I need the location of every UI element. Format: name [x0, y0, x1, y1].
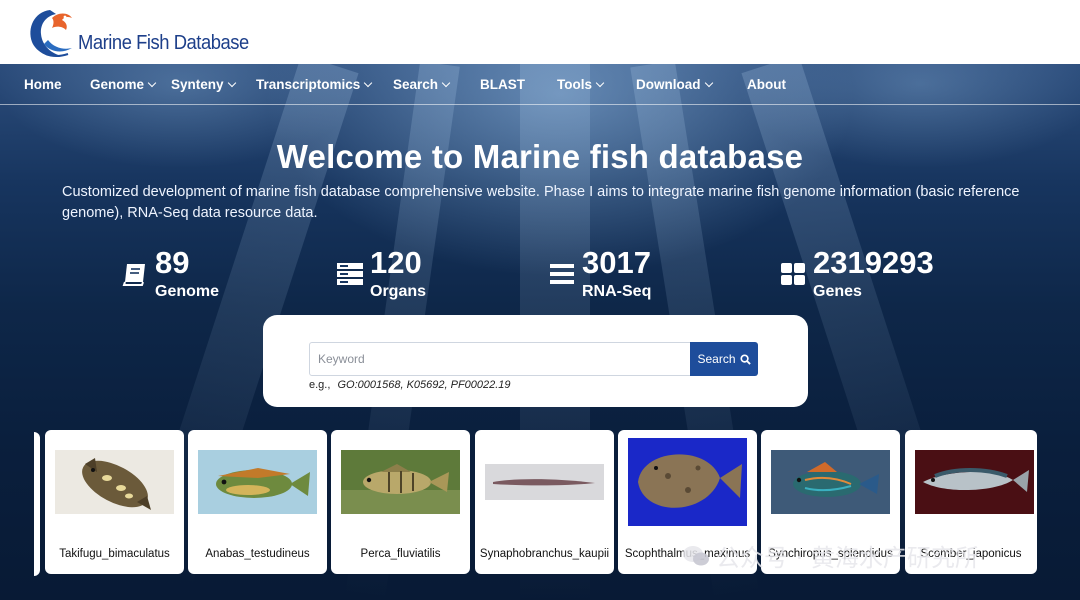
watermark-text: 公众号 · 黄海水产研究所: [716, 544, 979, 572]
nav-blast[interactable]: BLAST: [480, 64, 525, 105]
list-icon: [550, 264, 574, 284]
search-panel: Search e.g., GO:0001568, K05692, PF00022…: [263, 315, 808, 407]
nav-tools-label: Tools: [557, 77, 592, 92]
examples-prefix: e.g.,: [309, 379, 331, 391]
species-name: Synaphobranchus_kaupii: [479, 548, 610, 560]
stat-genes-value: 2319293: [813, 245, 934, 280]
stat-rnaseq-value: 3017: [582, 245, 651, 280]
species-image: [198, 450, 317, 514]
top-header: Marine Fish Database: [0, 0, 1080, 64]
logo-text: Marine Fish Database: [78, 31, 249, 54]
search-icon: [739, 353, 751, 365]
nav-search[interactable]: Search: [393, 64, 451, 105]
nav-search-label: Search: [393, 77, 439, 92]
nav-synteny-label: Synteny: [171, 77, 224, 92]
species-name: Anabas_testudineus: [205, 548, 310, 560]
species-image: [485, 450, 604, 514]
grid-icon: [781, 263, 805, 285]
search-input[interactable]: [309, 342, 691, 376]
search-button-label: Search: [697, 352, 736, 366]
hero-description: Customized development of marine fish da…: [62, 184, 1020, 221]
nav-download-label: Download: [636, 77, 701, 92]
stat-genes-label: Genes: [813, 283, 862, 300]
stat-organs-value: 120: [370, 245, 422, 280]
species-card[interactable]: Synaphobranchus_kaupii: [475, 430, 614, 574]
nav-about[interactable]: About: [747, 64, 786, 105]
server-icon: [337, 263, 363, 285]
chevron-down-icon: [441, 78, 451, 88]
nav-genome[interactable]: Genome: [90, 64, 157, 105]
main-navbar: Home Genome Synteny Transcriptomics Sear…: [0, 64, 1080, 105]
chevron-down-icon: [227, 78, 236, 88]
nav-blast-label: BLAST: [480, 77, 525, 92]
stat-organs-label: Organs: [370, 283, 427, 300]
wechat-watermark: 公众号 · 黄海水产研究所: [682, 538, 979, 573]
chevron-down-icon: [704, 78, 713, 88]
book-icon: [122, 264, 145, 286]
species-name: Perca_fluviatilis: [360, 548, 441, 560]
search-examples: e.g., GO:0001568, K05692, PF00022.19: [309, 379, 511, 391]
wechat-icon: [683, 545, 709, 565]
carousel-prev-card-edge[interactable]: [34, 432, 40, 576]
chevron-down-icon: [147, 78, 157, 88]
nav-about-label: About: [747, 77, 786, 92]
stat-rnaseq-label: RNA-Seq: [582, 283, 652, 300]
species-image: [55, 450, 174, 514]
species-image: [771, 450, 890, 514]
nav-transcriptomics-label: Transcriptomics: [256, 77, 361, 92]
nav-home[interactable]: Home: [24, 64, 62, 105]
chevron-down-icon: [364, 78, 373, 88]
chevron-down-icon: [595, 78, 605, 88]
hero-section: Home Genome Synteny Transcriptomics Sear…: [0, 64, 1080, 600]
site-logo[interactable]: Marine Fish Database: [24, 4, 264, 60]
nav-genome-label: Genome: [90, 77, 145, 92]
nav-synteny[interactable]: Synteny: [171, 64, 236, 105]
examples-list[interactable]: GO:0001568, K05692, PF00022.19: [337, 379, 510, 391]
species-card[interactable]: Perca_fluviatilis: [331, 430, 470, 574]
stat-genome-value: 89: [155, 245, 190, 280]
species-image: [915, 450, 1034, 514]
nav-download[interactable]: Download: [636, 64, 713, 105]
species-name: Takifugu_bimaculatus: [59, 548, 170, 560]
search-button[interactable]: Search: [690, 342, 758, 376]
species-card[interactable]: Anabas_testudineus: [188, 430, 327, 574]
stat-genome-label: Genome: [155, 283, 220, 300]
page-title: Welcome to Marine fish database: [276, 138, 804, 175]
logo-wave-icon: [30, 10, 72, 57]
species-image: [628, 438, 747, 526]
nav-tools[interactable]: Tools: [557, 64, 605, 105]
nav-home-label: Home: [24, 77, 62, 92]
species-image: [341, 450, 460, 514]
species-card[interactable]: Takifugu_bimaculatus: [45, 430, 184, 574]
nav-transcriptomics[interactable]: Transcriptomics: [256, 64, 373, 105]
